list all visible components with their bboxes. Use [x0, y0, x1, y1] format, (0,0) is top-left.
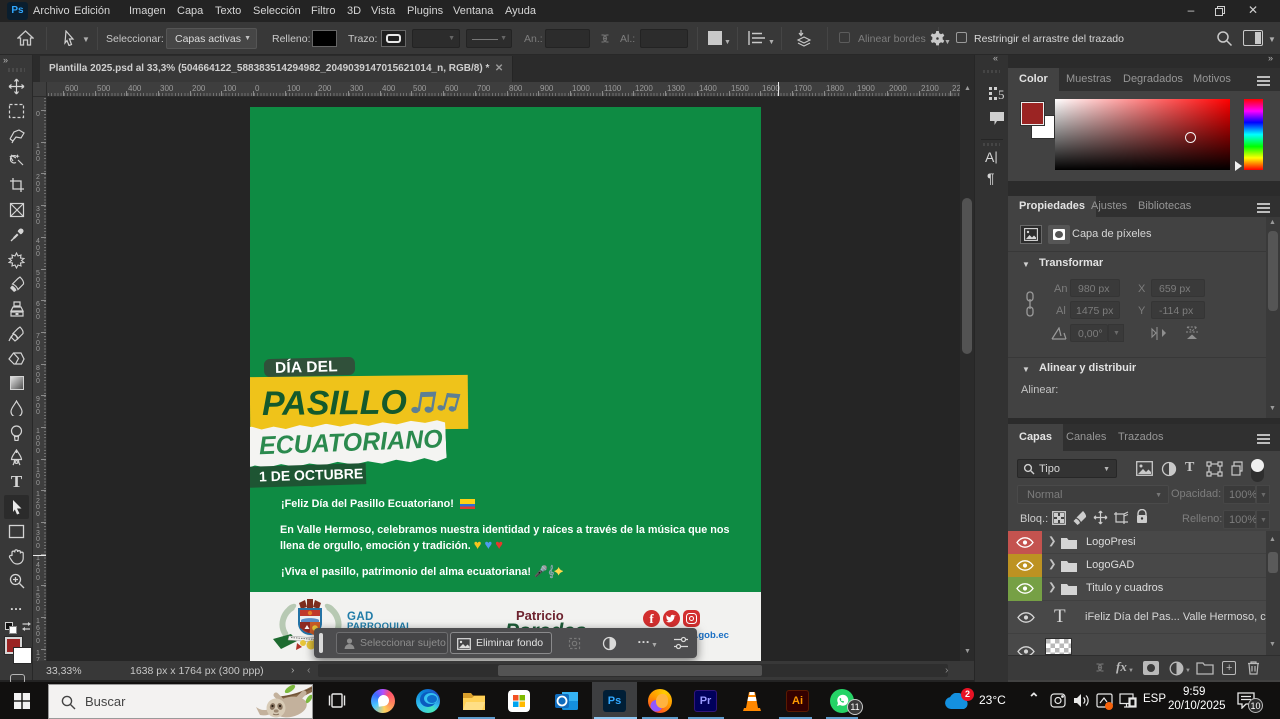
svg-text:5: 5: [998, 87, 1005, 102]
